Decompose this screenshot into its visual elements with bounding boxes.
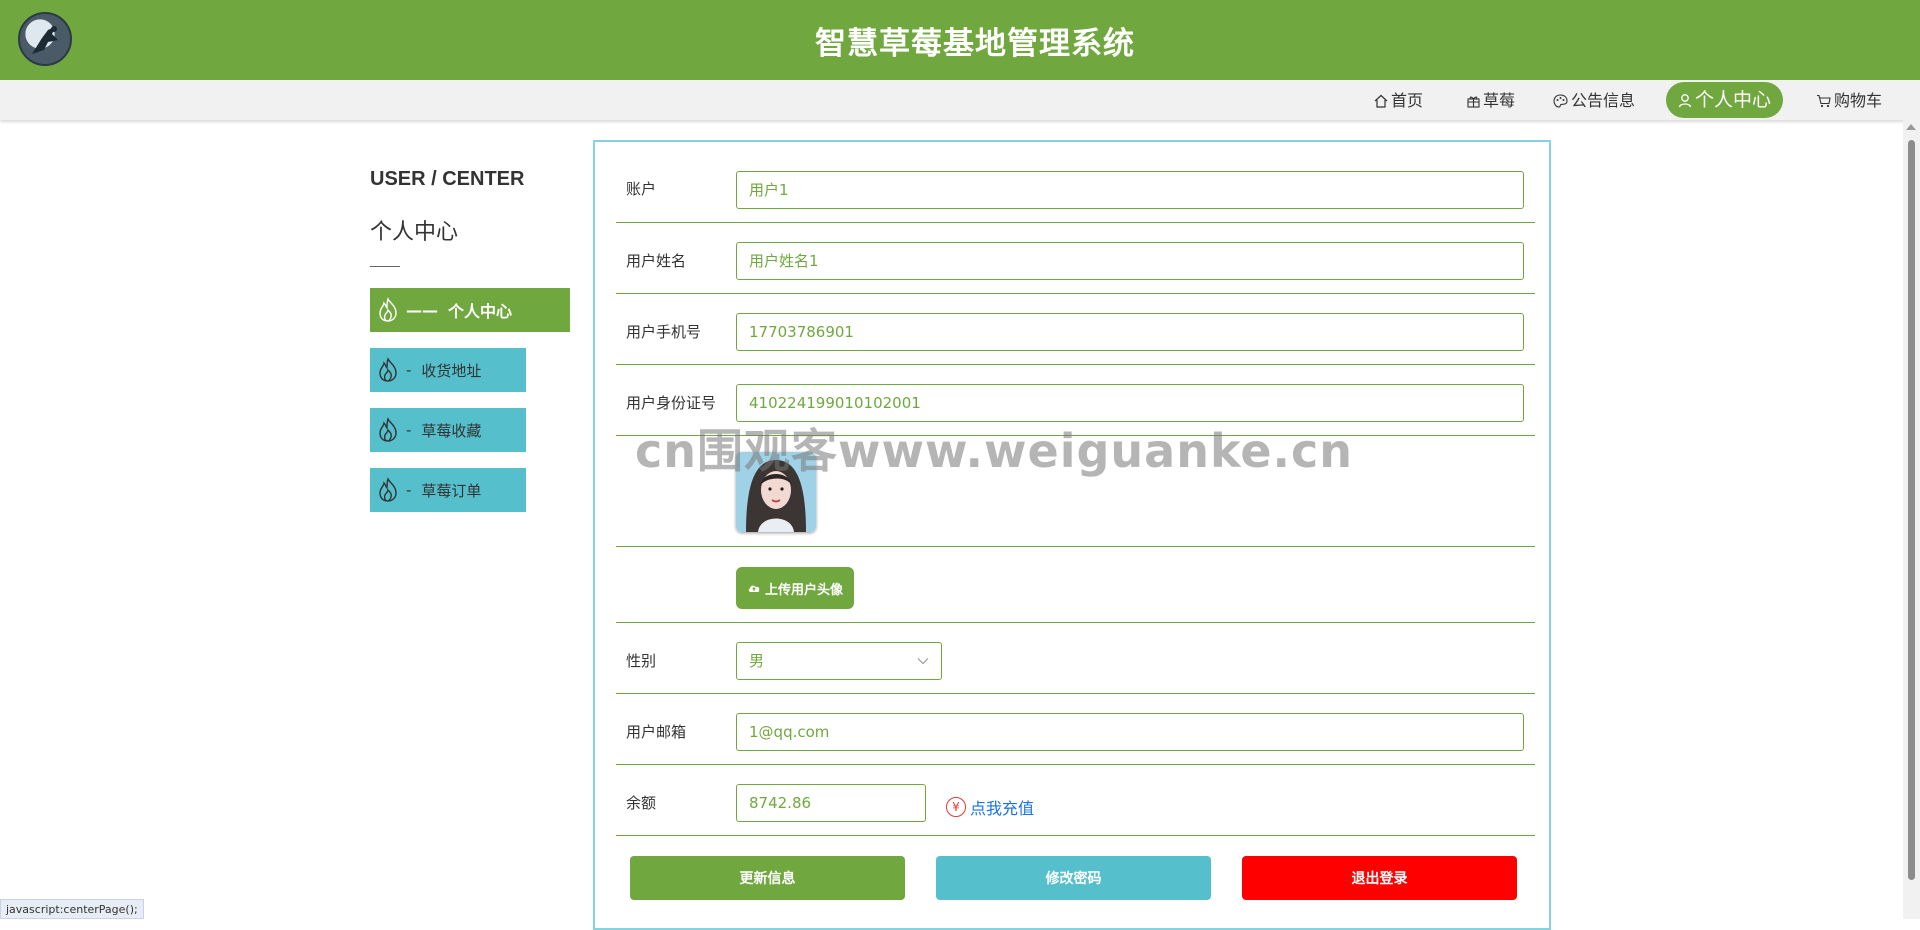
- recharge-label: 点我充值: [970, 799, 1035, 818]
- user-center-cn-title: 个人中心: [370, 220, 459, 245]
- scroll-thumb[interactable]: [1908, 140, 1915, 880]
- sidebar-item-user-center[interactable]: —— 个人中心: [370, 288, 570, 332]
- palette-icon: [1553, 94, 1568, 108]
- gender-select[interactable]: 男: [736, 642, 942, 680]
- top-header: 智慧草莓基地管理系统: [0, 0, 1920, 80]
- phone-input[interactable]: 17703786901: [736, 313, 1524, 351]
- nav-item-notice[interactable]: 公告信息: [1553, 88, 1635, 114]
- balance-input[interactable]: 8742.86: [736, 784, 926, 822]
- flame-icon: [379, 477, 397, 502]
- update-info-button[interactable]: 更新信息: [630, 856, 905, 900]
- form-row-name: 用户姓名 用户姓名1: [616, 223, 1535, 294]
- nav-label-home: 首页: [1391, 91, 1424, 110]
- scroll-up-arrow-icon[interactable]: [1906, 124, 1916, 130]
- gender-value: 男: [749, 652, 765, 670]
- sidebar-dash: -: [406, 481, 412, 499]
- sidebar-item-label: 个人中心: [448, 302, 513, 321]
- browser-status-bar: javascript:centerPage();: [0, 899, 144, 919]
- nav-item-user-center[interactable]: 个人中心: [1666, 82, 1784, 118]
- user-center-en-title: USER / CENTER: [370, 168, 525, 190]
- flame-icon: [379, 357, 397, 382]
- form-row-phone: 用户手机号 17703786901: [616, 294, 1535, 365]
- form-row-email: 用户邮箱 1@qq.com: [616, 694, 1535, 765]
- form-row-gender: 性别 男: [616, 623, 1535, 694]
- user-icon: [1678, 93, 1692, 107]
- sidebar-dash: ——: [406, 300, 438, 320]
- upload-avatar-label: 上传用户头像: [764, 582, 843, 598]
- nav-label-strawberry: 草莓: [1483, 91, 1516, 110]
- sidebar-item-favorites[interactable]: - 草莓收藏: [370, 408, 526, 452]
- sidebar-item-label: 草莓收藏: [421, 421, 482, 440]
- email-label: 用户邮箱: [626, 723, 687, 741]
- change-password-button[interactable]: 修改密码: [936, 856, 1211, 900]
- home-icon: [1374, 94, 1388, 108]
- cart-icon: [1817, 94, 1831, 108]
- email-input[interactable]: 1@qq.com: [736, 713, 1524, 751]
- form-row-upload: 上传用户头像: [616, 547, 1535, 623]
- recharge-link[interactable]: ¥ 点我充值: [946, 795, 1034, 819]
- title-divider: [370, 266, 400, 267]
- sidebar-dash: -: [406, 361, 412, 379]
- sidebar-item-label: 草莓订单: [421, 481, 482, 500]
- flame-icon: [379, 297, 397, 322]
- phone-label: 用户手机号: [626, 323, 702, 341]
- id-card-label: 用户身份证号: [626, 394, 717, 412]
- chevron-down-icon: [917, 658, 929, 665]
- account-input[interactable]: 用户1: [736, 171, 1524, 209]
- nav-item-cart[interactable]: 购物车: [1816, 88, 1882, 114]
- logout-button[interactable]: 退出登录: [1242, 856, 1517, 900]
- nav-label-cart: 购物车: [1834, 91, 1883, 110]
- cloud-upload-icon: [748, 585, 760, 592]
- nav-item-home[interactable]: 首页: [1374, 88, 1423, 114]
- sidebar-dash: -: [406, 421, 412, 439]
- nav-label-user-center: 个人中心: [1695, 89, 1772, 111]
- yen-icon: ¥: [946, 797, 966, 817]
- form-row-account: 账户 用户1: [616, 142, 1535, 223]
- gender-label: 性别: [626, 652, 657, 670]
- account-label: 账户: [626, 180, 657, 198]
- nav-label-notice: 公告信息: [1571, 91, 1636, 110]
- nav-item-strawberry[interactable]: 草莓: [1467, 88, 1515, 114]
- flame-icon: [379, 417, 397, 442]
- gift-icon: [1467, 96, 1480, 108]
- name-input[interactable]: 用户姓名1: [736, 242, 1524, 280]
- sidebar-item-address[interactable]: - 收货地址: [370, 348, 526, 392]
- main-nav: 首页 草莓 公告信息 个人中心 购物车: [0, 80, 1920, 120]
- name-label: 用户姓名: [626, 252, 687, 270]
- site-title: 智慧草莓基地管理系统: [815, 26, 1135, 62]
- form-row-balance: 余额 8742.86 ¥ 点我充值: [616, 765, 1535, 836]
- balance-label: 余额: [626, 794, 657, 812]
- watermark: cn围观客www.weiguanke.cn: [635, 424, 1354, 478]
- upload-avatar-button[interactable]: 上传用户头像: [736, 567, 854, 609]
- sidebar-item-label: 收货地址: [421, 361, 482, 380]
- sidebar-item-orders[interactable]: - 草莓订单: [370, 468, 526, 512]
- profile-form-panel: 账户 用户1 用户姓名 用户姓名1 用户手机号 17703786901 用户身份…: [593, 140, 1551, 930]
